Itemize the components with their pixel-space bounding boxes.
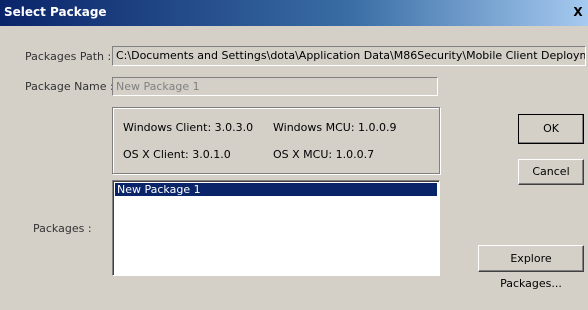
packages-path-field[interactable]: C:\Documents and Settings\dota\Applicati… [112,46,586,66]
version-info-group: Windows Client: 3.0.3.0 Windows MCU: 1.0… [112,107,440,174]
packages-list[interactable]: New Package 1 [112,180,440,276]
osx-mcu-version: OS X MCU: 1.0.0.7 [273,148,375,161]
package-name-field[interactable]: New Package 1 [112,77,438,96]
ok-button[interactable]: OK [518,114,584,144]
explore-packages-button[interactable]: Explore Packages... [478,245,584,290]
packages-label: Packages : [33,222,92,235]
windows-mcu-version: Windows MCU: 1.0.0.9 [273,121,397,134]
list-item[interactable]: New Package 1 [115,183,437,196]
windows-client-version: Windows Client: 3.0.3.0 [123,121,254,134]
window-title: Select Package [4,5,107,19]
cancel-button[interactable]: Cancel [518,159,584,185]
title-bar: Select Package X [0,0,588,26]
close-button[interactable]: X [570,4,586,20]
osx-client-version: OS X Client: 3.0.1.0 [123,148,231,161]
package-name-label: Package Name : [25,80,114,93]
packages-path-label: Packages Path : [25,50,112,63]
